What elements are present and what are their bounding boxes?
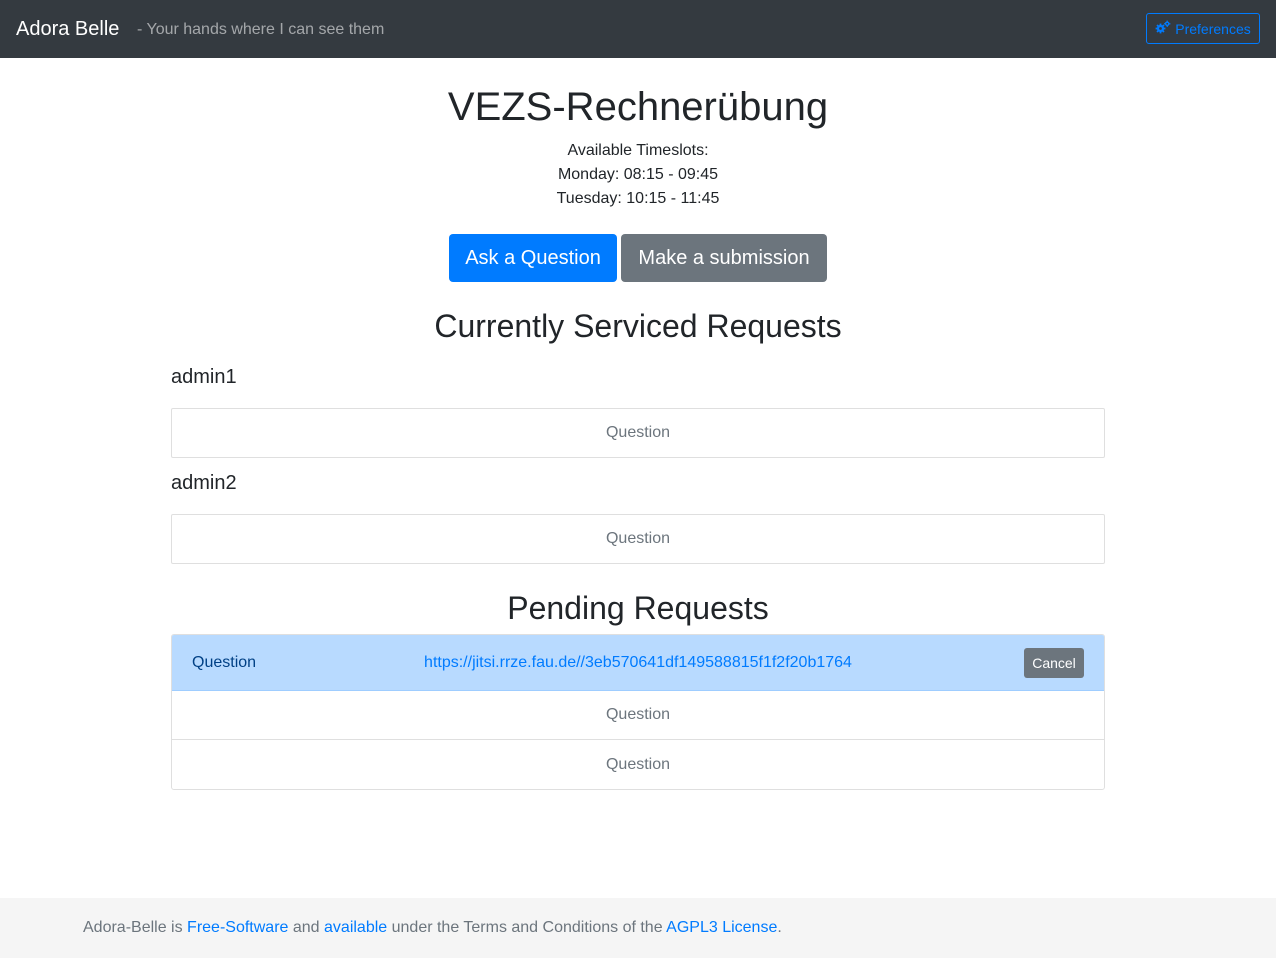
- tutor-name: admin1: [171, 366, 237, 388]
- license-link[interactable]: AGPL3 License: [666, 919, 777, 936]
- request-type: Question: [192, 653, 257, 671]
- footer-text-part: and: [288, 919, 325, 936]
- footer-text-part: Adora-Belle is: [83, 919, 188, 936]
- ask-question-button[interactable]: Ask a Question: [449, 234, 617, 282]
- footer-text: Adora-Belle is Free-Software and availab…: [83, 918, 782, 938]
- tagline: - Your hands where I can see them: [137, 21, 385, 38]
- free-software-link[interactable]: Free-Software: [187, 919, 288, 936]
- brand-title[interactable]: Adora Belle: [16, 15, 119, 43]
- timeslot-monday: Monday: 08:15 - 09:45: [557, 166, 719, 183]
- tutor-name: admin2: [171, 472, 237, 494]
- serviced-request: Question: [171, 514, 1105, 564]
- serviced-request: Question: [171, 408, 1105, 458]
- navbar: Adora Belle - Your hands where I can see…: [0, 0, 1276, 58]
- gears-icon: [1155, 20, 1171, 37]
- timeslot-tuesday: Tuesday: 10:15 - 11:45: [556, 190, 720, 207]
- available-link[interactable]: available: [324, 919, 387, 936]
- make-submission-button[interactable]: Make a submission: [621, 234, 827, 282]
- pending-request-row: Question: [605, 755, 671, 773]
- jitsi-link[interactable]: https://jitsi.rrze.fau.de//3eb570641df14…: [424, 654, 852, 671]
- cancel-button[interactable]: Cancel: [1024, 648, 1084, 678]
- footer-text-part: under the Terms and Conditions of the: [387, 919, 667, 936]
- preferences-button[interactable]: Preferences: [1146, 13, 1260, 44]
- page-title: VEZS-Rechnerübung: [447, 85, 829, 129]
- pending-request-row: Question: [172, 691, 1104, 740]
- own-pending-request: Question https://jitsi.rrze.fau.de//3eb5…: [172, 635, 1104, 691]
- timeslots: Available Timeslots: Monday: 08:15 - 09:…: [0, 139, 1276, 211]
- preferences-label: Preferences: [1175, 20, 1251, 37]
- footer-text-part: .: [777, 919, 782, 936]
- footer: Adora-Belle is Free-Software and availab…: [0, 898, 1276, 958]
- serviced-requests-heading: Currently Serviced Requests: [434, 308, 842, 344]
- pending-requests-heading: Pending Requests: [507, 590, 769, 626]
- pending-requests-list: Question https://jitsi.rrze.fau.de//3eb5…: [171, 634, 1105, 790]
- timeslots-heading: Available Timeslots:: [567, 142, 709, 159]
